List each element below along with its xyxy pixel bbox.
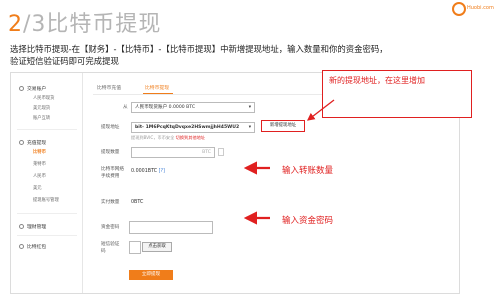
slide: 2/3比特币提现 Huobi.com 选择比特币提现-在【财务】-【比特币】-【… — [0, 0, 500, 299]
arrow-to-add-address — [306, 99, 335, 121]
callout-arrows — [243, 99, 335, 225]
